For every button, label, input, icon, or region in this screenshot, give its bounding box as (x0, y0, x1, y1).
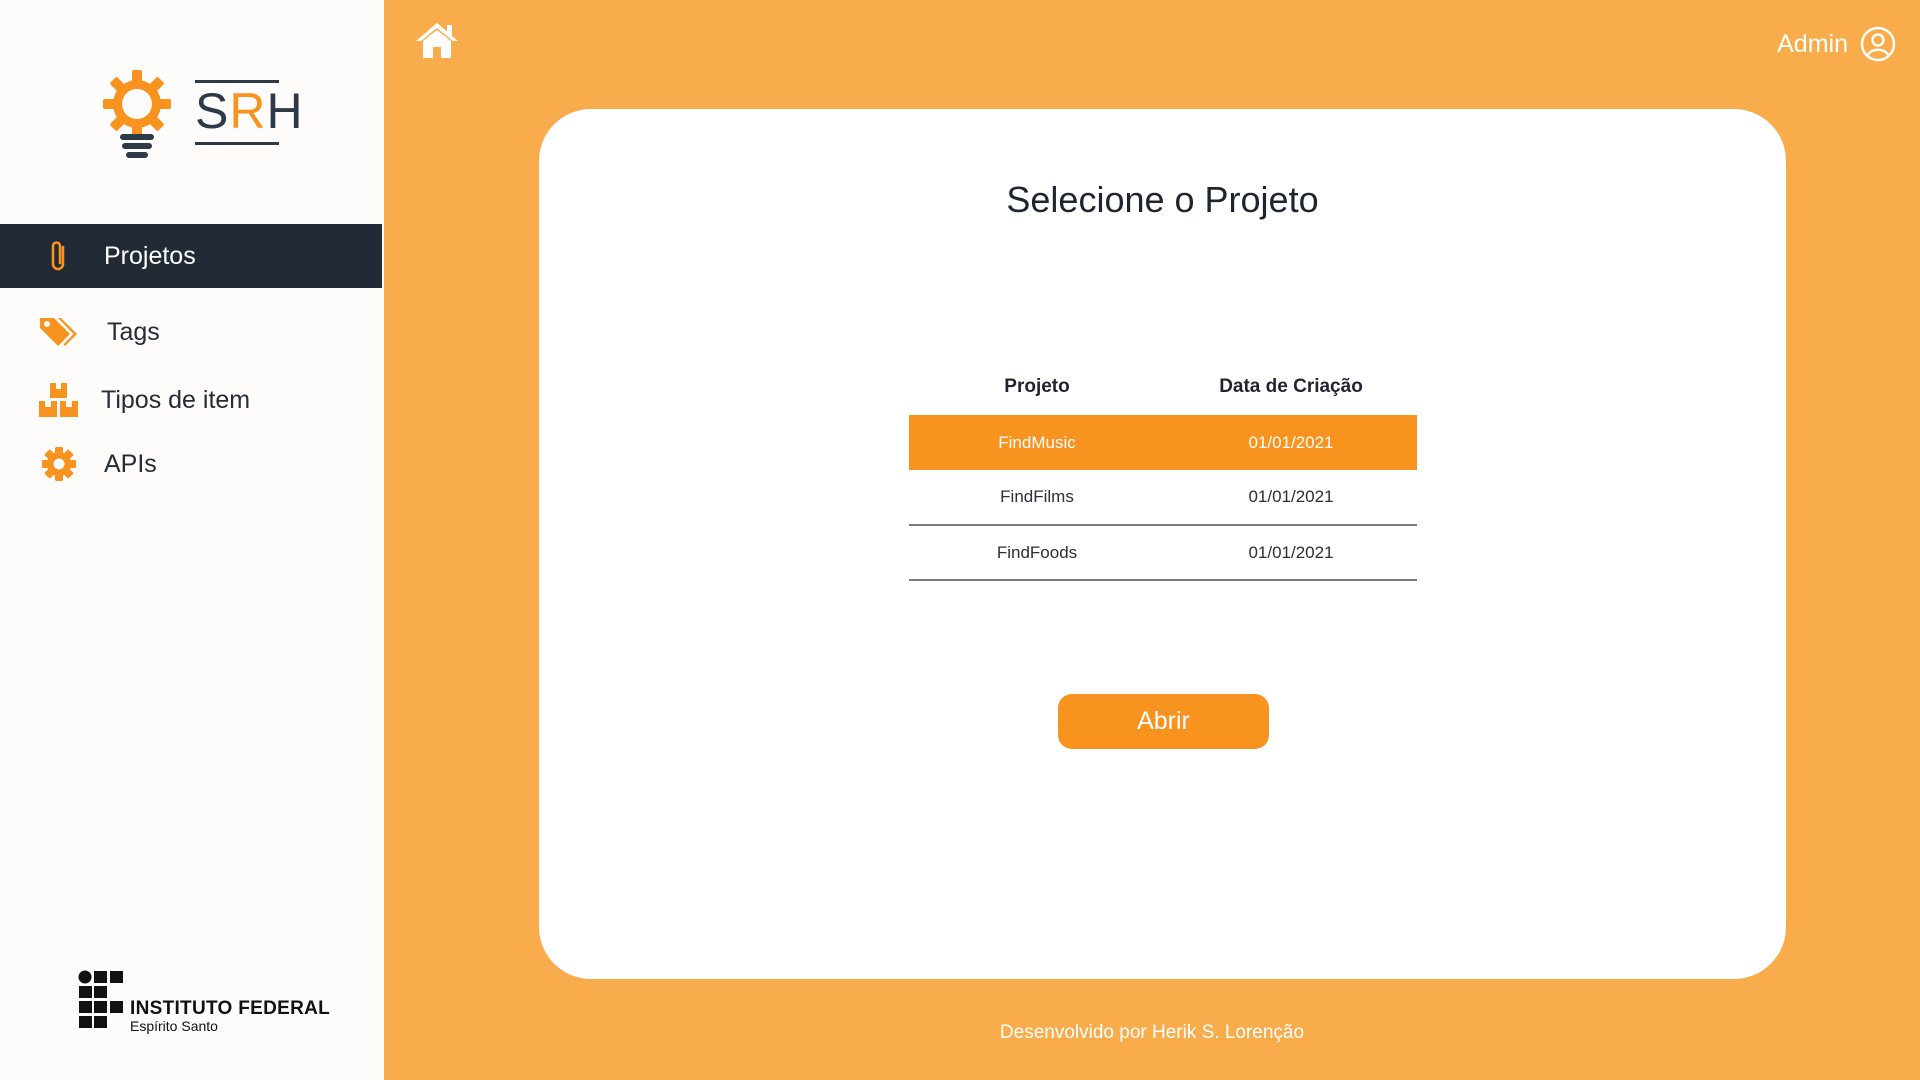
logo-text: SRH (195, 83, 304, 139)
user-menu[interactable]: Admin (1777, 26, 1896, 62)
logo-rule-bottom (195, 142, 279, 145)
sidebar-item-projetos[interactable]: Projetos (0, 224, 382, 288)
table-row[interactable]: FindMusic 01/01/2021 (909, 415, 1417, 470)
sidebar-nav: Projetos Tags Tipos de item APIs (0, 224, 382, 496)
table-header-row: Projeto Data de Criação (909, 359, 1417, 415)
sidebar-item-label: Tags (107, 317, 160, 346)
projects-table: Projeto Data de Criação FindMusic 01/01/… (909, 359, 1417, 581)
column-header-project: Projeto (1004, 376, 1070, 397)
project-name-cell: FindFoods (909, 525, 1165, 581)
sidebar-item-apis[interactable]: APIs (0, 432, 382, 496)
home-icon (416, 23, 458, 58)
footer-credit: Desenvolvido por Herik S. Lorenção (999, 1022, 1305, 1043)
srh-logo: SRH (100, 66, 303, 166)
open-button[interactable]: Abrir (1058, 694, 1269, 749)
created-date-cell: 01/01/2021 (1165, 415, 1417, 470)
created-date-cell: 01/01/2021 (1165, 470, 1417, 526)
gear-icon (38, 444, 80, 484)
sidebar-item-label: Projetos (104, 241, 196, 270)
column-header-created: Data de Criação (1219, 376, 1363, 397)
logo-wordmark: SRH (195, 80, 304, 145)
table-row[interactable]: FindFoods 01/01/2021 (909, 525, 1417, 581)
tags-icon (38, 312, 80, 352)
lightbulb-gear-icon (103, 70, 171, 158)
page-title: Selecione o Projeto (1006, 179, 1319, 220)
boxes-icon (38, 380, 80, 420)
home-button[interactable] (414, 20, 460, 60)
paperclip-icon (38, 236, 80, 276)
project-selection-card: Selecione o Projeto Projeto Data de Cria… (539, 109, 1786, 979)
sidebar-item-tags[interactable]: Tags (0, 300, 382, 364)
created-date-cell: 01/01/2021 (1165, 525, 1417, 581)
institution-subtitle: Espírito Santo (130, 1018, 218, 1034)
ifes-grid-icon (78, 970, 123, 1028)
user-circle-icon (1860, 26, 1896, 62)
project-name-cell: FindFilms (909, 470, 1165, 526)
user-name: Admin (1777, 29, 1848, 58)
sidebar: SRH Projetos Tags Tipos de item APIs INS… (0, 0, 384, 1080)
logo-rule-top (195, 80, 279, 83)
sidebar-item-tipos-de-item[interactable]: Tipos de item (0, 368, 382, 432)
sidebar-item-label: Tipos de item (101, 385, 251, 414)
project-name-cell: FindMusic (909, 415, 1165, 470)
sidebar-item-label: APIs (104, 449, 157, 478)
table-row[interactable]: FindFilms 01/01/2021 (909, 470, 1417, 526)
institution-title: INSTITUTO FEDERAL (130, 998, 331, 1019)
institution-logo: INSTITUTO FEDERAL Espírito Santo (78, 970, 338, 1034)
